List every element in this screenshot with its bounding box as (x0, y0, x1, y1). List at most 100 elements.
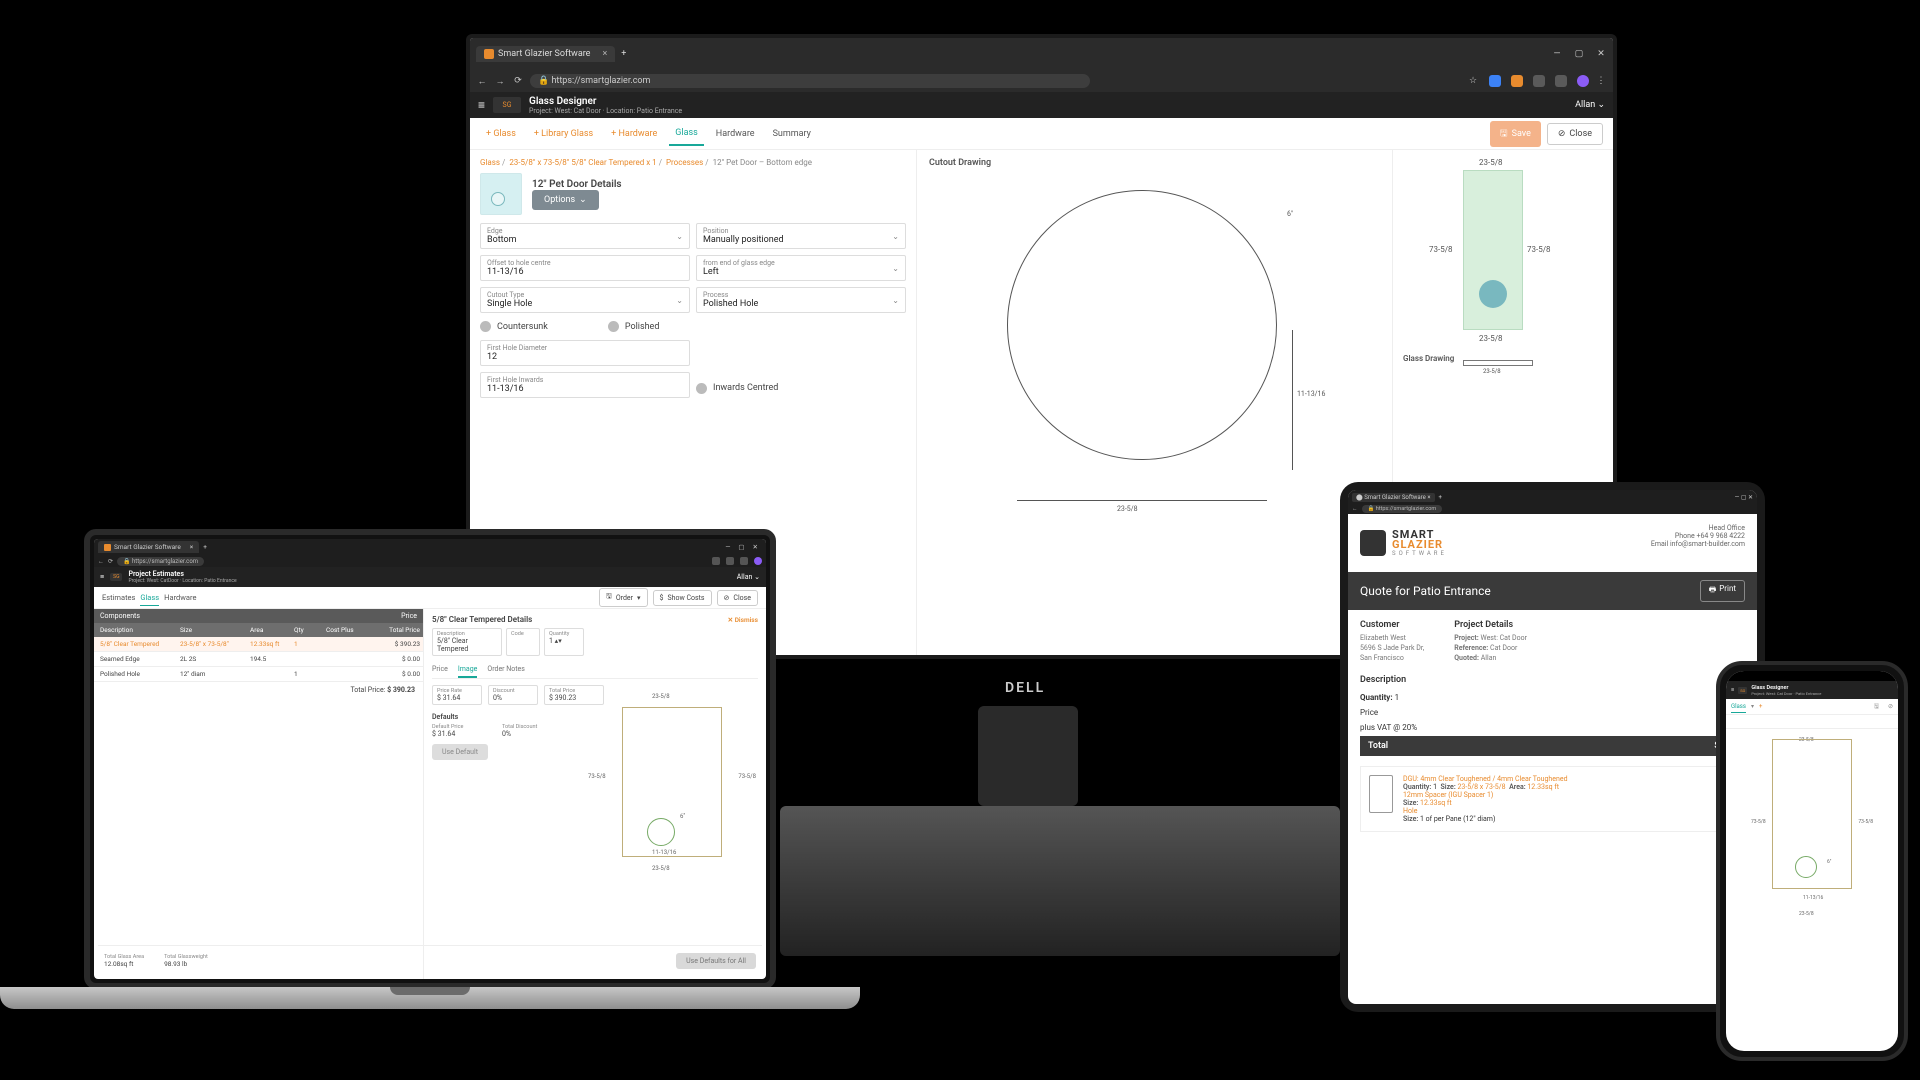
item-title: DGU: 4mm Clear Toughened / 4mm Clear Tou… (1403, 775, 1568, 783)
extension-icon[interactable] (1511, 75, 1523, 87)
dismiss-link[interactable]: ✕ Dismiss (728, 616, 758, 624)
new-tab-button[interactable]: + (203, 543, 207, 551)
extension-icon[interactable] (740, 557, 748, 565)
user-menu[interactable]: Allan ⌄ (737, 573, 760, 581)
phone-device: ≡ SG Glass Designer Project: West: Cat D… (1716, 661, 1908, 1061)
profile-avatar-icon[interactable] (754, 557, 762, 565)
tab-estimates[interactable]: Estimates (102, 593, 135, 602)
app-subtitle: Project: West: Cat Door · Location: Pati… (529, 107, 682, 115)
browser-tab[interactable]: Smart Glazier Software× (98, 541, 199, 553)
crumb[interactable]: Processes (666, 158, 703, 167)
show-costs-button[interactable]: $ Show Costs (653, 590, 712, 606)
hole-inwards-input[interactable]: First Hole Inwards11-13/16 (480, 372, 690, 398)
process-select[interactable]: ProcessPolished Hole⌄ (696, 287, 906, 313)
browser-addressbar: ← ⟳ 🔒 https://smartglazier.com (94, 555, 766, 567)
qty-stepper[interactable]: Quantity1 ▴▾ (544, 628, 584, 656)
components-table-pane: ComponentsPrice DescriptionSizeAreaQtyCo… (94, 609, 424, 979)
extension-icon[interactable] (1533, 75, 1545, 87)
window-minimize-icon[interactable]: — (1551, 49, 1563, 59)
window-close-icon[interactable]: ✕ (753, 543, 758, 551)
add-hardware-link[interactable]: + Hardware (605, 125, 663, 143)
tab-glass[interactable]: Glass (1731, 701, 1746, 713)
edge-select[interactable]: EdgeBottom⌄ (480, 223, 690, 249)
order-button[interactable]: 🖫 Order ▾ (599, 588, 648, 607)
menu-icon[interactable]: ≡ (1731, 687, 1734, 693)
offset-input[interactable]: Offset to hole centre11-13/16 (480, 255, 690, 281)
nav-back-icon[interactable]: ← (1352, 506, 1358, 512)
table-row[interactable]: 5/8" Clear Tempered23-5/8" x 73-5/8"12.3… (94, 637, 423, 652)
window-close-icon[interactable]: ✕ (1595, 49, 1607, 59)
tab-hardware[interactable]: Hardware (164, 593, 196, 602)
tab-glass[interactable]: Glass (140, 590, 159, 606)
save-button[interactable]: 🖫 Save (1490, 121, 1541, 147)
discount-input[interactable]: Discount0% (488, 685, 538, 705)
browser-menu-icon[interactable]: ⋮ (1595, 76, 1607, 86)
bookmark-icon[interactable]: ☆ (1467, 76, 1479, 86)
phone-statusbar (1726, 671, 1898, 681)
profile-avatar-icon[interactable] (1577, 75, 1589, 87)
add-glass-link[interactable]: + Glass (480, 125, 522, 143)
code-input[interactable]: Code (506, 628, 540, 656)
add-button[interactable]: + (1759, 703, 1762, 710)
radio-countersunk[interactable]: Countersunk (480, 321, 548, 332)
tab-more-icon[interactable]: ▾ (1751, 703, 1754, 710)
add-library-glass-link[interactable]: + Library Glass (528, 125, 599, 143)
menu-icon[interactable]: ≡ (100, 573, 104, 581)
extension-icon[interactable] (712, 557, 720, 565)
save-icon[interactable]: 🖫 (1874, 702, 1879, 712)
position-select[interactable]: PositionManually positioned⌄ (696, 223, 906, 249)
url-input[interactable]: 🔒 https://smartglazier.com (530, 74, 1090, 88)
from-edge-select[interactable]: from end of glass edgeLeft⌄ (696, 255, 906, 281)
extension-icon[interactable] (1489, 75, 1501, 87)
price-rate-input[interactable]: Price Rate$ 31.64 (432, 685, 482, 705)
tab-image[interactable]: Image (458, 662, 478, 678)
tab-order-notes[interactable]: Order Notes (487, 662, 525, 678)
radio-polished[interactable]: Polished (608, 321, 660, 332)
close-icon[interactable]: ⊘ (1888, 703, 1893, 710)
browser-tab[interactable]: ⬤ Smart Glazier Software × (1352, 493, 1435, 502)
monitor-stand-base (780, 806, 1340, 956)
crumb[interactable]: Glass (480, 158, 500, 167)
crumb[interactable]: 23-5/8" x 73-5/8" 5/8" Clear Tempered x … (509, 158, 656, 167)
url-input[interactable]: 🔒 https://smartglazier.com (117, 557, 204, 566)
nav-reload-icon[interactable]: ⟳ (108, 558, 113, 565)
window-minimize-icon[interactable]: — (725, 543, 730, 551)
table-row[interactable]: Polished Hole12" diam1$ 0.00 (94, 667, 423, 682)
app-logo: SG (110, 573, 122, 581)
tab-hardware[interactable]: Hardware (710, 123, 761, 145)
customer-block: Customer Elizabeth West 5696 S Jade Park… (1360, 620, 1424, 663)
tab-glass[interactable]: Glass (669, 122, 704, 146)
new-tab-button[interactable]: + (621, 49, 626, 59)
window-maximize-icon[interactable]: ▢ (738, 543, 744, 551)
tab-summary[interactable]: Summary (767, 123, 817, 145)
url-input[interactable]: 🔒 https://smartglazier.com (1362, 505, 1443, 513)
browser-tab[interactable]: Smart Glazier Software × (476, 46, 615, 62)
new-tab-button[interactable]: + (1439, 494, 1442, 501)
tab-close-icon[interactable]: × (190, 543, 193, 551)
window-maximize-icon[interactable]: ▢ (1573, 49, 1585, 59)
extension-icon[interactable] (726, 557, 734, 565)
tab-price[interactable]: Price (432, 662, 448, 678)
close-button[interactable]: ⊘ Close (1547, 123, 1603, 145)
close-button[interactable]: ⊘ Close (717, 590, 758, 606)
tab-title: Smart Glazier Software (498, 49, 590, 59)
user-menu[interactable]: Allan ⌄ (1575, 100, 1605, 110)
description-input[interactable]: Description5/8" Clear Tempered (432, 628, 502, 656)
use-default-button[interactable]: Use Default (432, 744, 488, 760)
menu-icon[interactable]: ≡ (478, 98, 485, 112)
table-row[interactable]: Seamed Edge2L 2S194.5$ 0.00 (94, 652, 423, 667)
browser-addressbar: ← 🔒 https://smartglazier.com (1348, 504, 1757, 514)
nav-reload-icon[interactable]: ⟳ (512, 76, 524, 86)
nav-forward-icon[interactable]: → (494, 76, 506, 87)
nav-back-icon[interactable]: ← (98, 558, 104, 565)
cutout-type-select[interactable]: Cutout TypeSingle Hole⌄ (480, 287, 690, 313)
options-button[interactable]: Options ⌄ (532, 190, 599, 210)
print-button[interactable]: 🖶Print (1700, 580, 1745, 602)
nav-back-icon[interactable]: ← (476, 76, 488, 87)
tab-close-icon[interactable]: × (602, 49, 607, 59)
app-header: ≡ SG Project Estimates Project: West: Ca… (94, 567, 766, 587)
window-close-icon[interactable]: — ▢ ✕ (1735, 494, 1753, 501)
extension-icon[interactable] (1555, 75, 1567, 87)
hole-diameter-input[interactable]: First Hole Diameter12 (480, 340, 690, 366)
radio-inwards-centred[interactable]: Inwards Centred (696, 378, 906, 398)
